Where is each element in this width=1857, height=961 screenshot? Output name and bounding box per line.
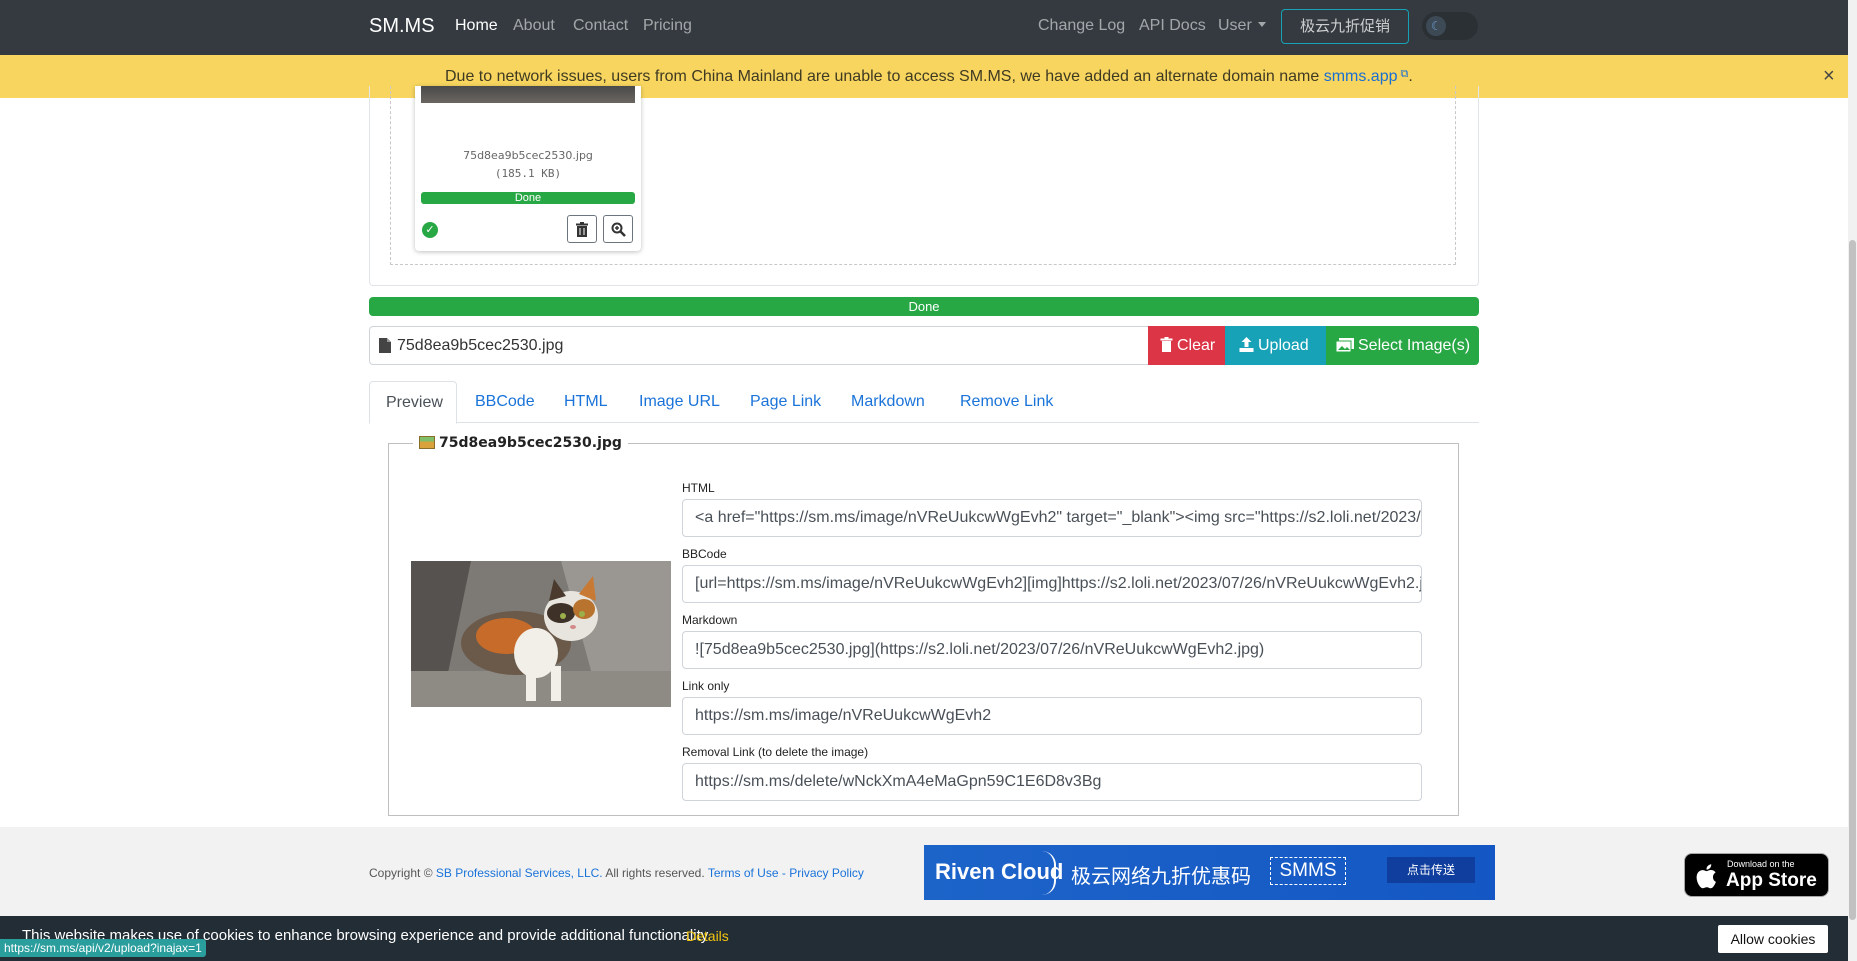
alert-domain-link[interactable]: smms.app — [1324, 68, 1398, 85]
upload-label: Upload — [1258, 337, 1309, 354]
select-images-button[interactable]: Select Image(s) — [1326, 326, 1479, 365]
nav-user-label: User — [1218, 17, 1252, 34]
navbar: SM.MS Home About Contact Pricing Change … — [0, 0, 1857, 55]
banner-text: 极云网络九折优惠码 — [1071, 864, 1251, 888]
terms-link[interactable]: Terms of Use — [708, 866, 779, 880]
external-link-icon: ⧉ — [1397, 68, 1409, 80]
total-progress-bar: Done — [369, 297, 1479, 316]
tab-preview[interactable]: Preview — [369, 381, 457, 424]
cat-photo — [411, 561, 671, 707]
removal-link-field-label: Removal Link (to delete the image) — [682, 745, 869, 759]
preview-filename: 75d8ea9b5cec2530.jpg — [439, 435, 622, 451]
thumbnail-progress-bar: Done — [421, 192, 635, 204]
alert-suffix: . — [1408, 68, 1413, 85]
toggle-knob: ☾ — [1426, 16, 1446, 36]
file-input-value: 75d8ea9b5cec2530.jpg — [397, 337, 564, 354]
banner-code: SMMS — [1270, 857, 1346, 885]
file-icon — [379, 338, 391, 353]
banner-arc — [1042, 851, 1056, 895]
link-only-field[interactable]: https://sm.ms/image/nVReUukcwWgEvh2 — [682, 697, 1422, 735]
alert-text: Due to network issues, users from China … — [445, 68, 1320, 85]
check-circle-icon: ✓ — [422, 222, 438, 238]
company-link[interactable]: SB Professional Services, LLC. — [436, 866, 603, 880]
image-icon — [419, 436, 435, 449]
preview-title: 75d8ea9b5cec2530.jpg — [413, 435, 628, 451]
clear-label: Clear — [1177, 337, 1216, 354]
caret-down-icon — [1257, 22, 1266, 27]
tab-remove-link[interactable]: Remove Link — [960, 393, 1053, 411]
app-store-big-text: App Store — [1726, 870, 1817, 891]
preview-image[interactable] — [411, 561, 671, 707]
link-only-field-label: Link only — [682, 679, 730, 693]
scrollbar-thumb[interactable] — [1849, 240, 1856, 920]
app-store-badge[interactable]: Download on the App Store — [1684, 853, 1829, 897]
nav-contact[interactable]: Contact — [573, 17, 628, 35]
privacy-link[interactable]: Privacy Policy — [789, 866, 864, 880]
moon-icon: ☾ — [1431, 19, 1442, 33]
upload-button[interactable]: Upload — [1225, 326, 1326, 365]
copyright: Copyright © SB Professional Services, LL… — [369, 866, 864, 880]
app-store-small-text: Download on the — [1727, 859, 1795, 869]
clear-button[interactable]: Clear — [1148, 326, 1226, 365]
select-images-label: Select Image(s) — [1358, 337, 1471, 354]
zoom-button[interactable] — [603, 215, 633, 243]
nav-about[interactable]: About — [513, 17, 555, 35]
html-code-field[interactable]: <a href="https://sm.ms/image/nVReUukcwWg… — [682, 499, 1422, 537]
upload-thumbnail-card: 75d8ea9b5cec2530.jpg (185.1 KB) Done ✓ — [415, 86, 641, 251]
alert-message: Due to network issues, users from China … — [445, 68, 1413, 86]
zoom-in-icon — [611, 222, 626, 237]
bbcode-field[interactable]: [url=https://sm.ms/image/nVReUukcwWgEvh2… — [682, 565, 1422, 603]
nav-pricing[interactable]: Pricing — [643, 17, 692, 35]
banner-button[interactable]: 点击传送 — [1387, 857, 1475, 883]
tab-page-link[interactable]: Page Link — [750, 393, 821, 411]
status-bar-url: https://sm.ms/api/v2/upload?inajax=1 — [0, 939, 206, 957]
brand-logo[interactable]: SM.MS — [369, 15, 435, 38]
close-icon[interactable]: × — [1823, 65, 1835, 88]
removal-link-field[interactable]: https://sm.ms/delete/wNckXmA4eMaGpn59C1E… — [682, 763, 1422, 801]
delete-button[interactable] — [567, 215, 597, 243]
allow-cookies-button[interactable]: Allow cookies — [1718, 925, 1828, 953]
output-tabs: Preview BBCode HTML Image URL Page Link … — [369, 381, 1479, 424]
footer-separator: - — [781, 866, 786, 880]
trash-icon — [1160, 337, 1173, 352]
nav-change-log[interactable]: Change Log — [1038, 17, 1125, 35]
nav-user-dropdown[interactable]: User — [1218, 17, 1266, 35]
dark-mode-toggle[interactable]: ☾ — [1422, 12, 1478, 40]
tab-bbcode[interactable]: BBCode — [475, 393, 535, 411]
thumbnail-image — [421, 86, 635, 103]
thumbnail-filename: 75d8ea9b5cec2530.jpg — [463, 149, 593, 162]
thumbnail-filesize: (185.1 KB) — [494, 167, 562, 180]
html-field-label: HTML — [682, 481, 715, 495]
upload-icon — [1239, 337, 1254, 352]
cookie-bar: This website makes use of cookies to enh… — [0, 916, 1857, 961]
trash-icon — [576, 222, 588, 237]
copyright-prefix: Copyright © — [369, 866, 433, 880]
tab-markdown[interactable]: Markdown — [851, 393, 925, 411]
promo-button[interactable]: 极云九折促销 — [1281, 9, 1409, 44]
nav-home[interactable]: Home — [455, 17, 498, 35]
markdown-field[interactable]: ![75d8ea9b5cec2530.jpg](https://s2.loli.… — [682, 631, 1422, 669]
bbcode-field-label: BBCode — [682, 547, 727, 561]
nav-api-docs[interactable]: API Docs — [1139, 17, 1206, 35]
markdown-field-label: Markdown — [682, 613, 738, 627]
rights-text: All rights reserved. — [605, 866, 705, 880]
tab-image-url[interactable]: Image URL — [639, 393, 720, 411]
tab-html[interactable]: HTML — [564, 393, 608, 411]
riven-cloud-banner[interactable]: Riven Cloud 极云网络九折优惠码 SMMS 点击传送 — [924, 845, 1495, 900]
file-input[interactable]: 75d8ea9b5cec2530.jpg — [369, 326, 1149, 365]
images-icon — [1335, 338, 1354, 353]
apple-icon — [1696, 864, 1716, 889]
cookie-details-link[interactable]: Details — [686, 928, 729, 944]
